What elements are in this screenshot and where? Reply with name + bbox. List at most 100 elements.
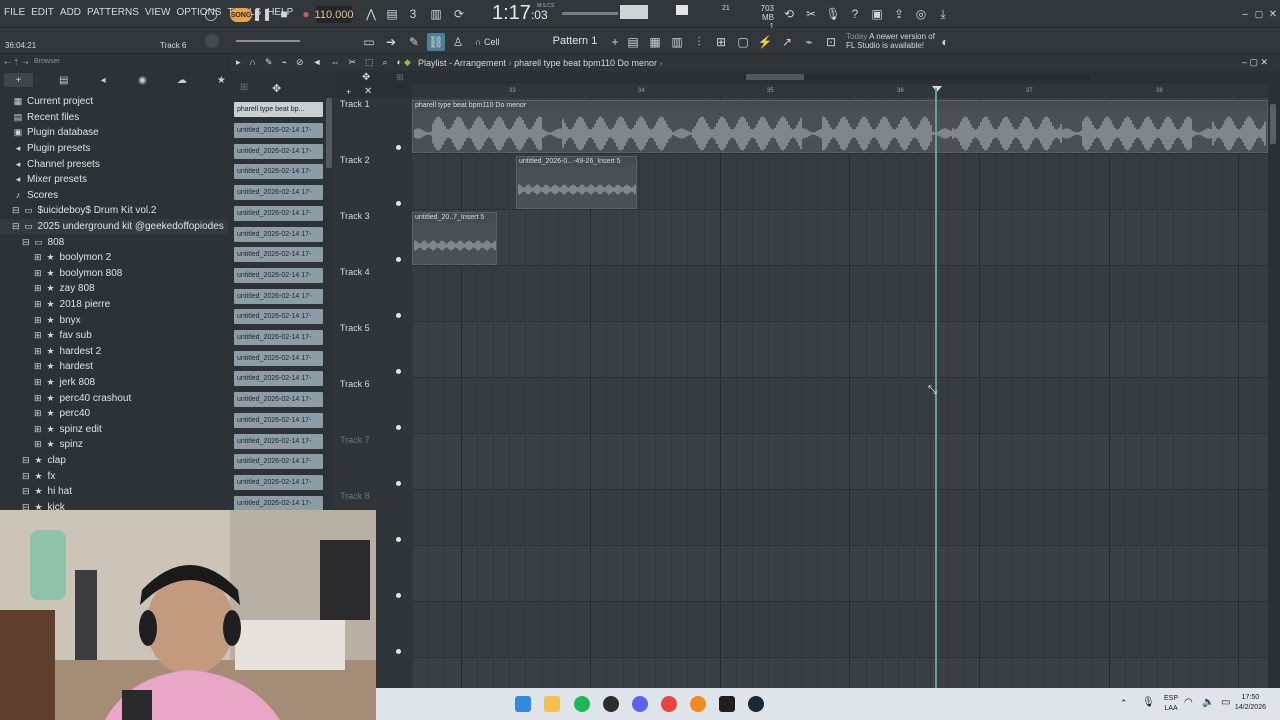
browser-item[interactable]: ⊞ ★ hardest [0, 359, 228, 375]
track-name[interactable]: Track 5 [340, 323, 370, 333]
track-active-led[interactable] [396, 649, 401, 654]
obs-icon[interactable] [603, 696, 619, 712]
current-project-tab-icon[interactable]: ▤ [55, 73, 72, 87]
track-lane[interactable] [412, 490, 1268, 546]
track-active-led[interactable] [396, 257, 401, 262]
folder-toggle-icon[interactable]: ⊟ [12, 221, 20, 232]
wifi-icon[interactable]: ◠ [1184, 697, 1193, 708]
browser-item[interactable]: ⊞ ★ perc40 crashout [0, 390, 228, 406]
battery-icon[interactable]: ▭ [1221, 697, 1230, 708]
pattern-item[interactable]: untitled_2026-02-14 17- [234, 143, 323, 159]
folder-toggle-icon[interactable]: ⊟ [22, 455, 30, 466]
pattern-item[interactable]: untitled_2026-02-14 17- [234, 288, 323, 304]
pattern-item[interactable]: untitled_2026-02-14 17- [234, 412, 323, 428]
update-notice[interactable]: Today A newer version of FL Studio is av… [846, 32, 946, 50]
pattern-item[interactable]: untitled_2026-02-14 17- [234, 247, 323, 263]
download-icon[interactable]: ⤓ [934, 5, 952, 23]
steam-icon[interactable] [748, 696, 764, 712]
browser-item[interactable]: ⊞ ★ zay 808 [0, 281, 228, 297]
zoom-icon[interactable]: ⌕ [383, 57, 388, 68]
browser-item[interactable]: ⊞ ★ spinz [0, 437, 228, 453]
mixer-icon[interactable]: ⫶ [690, 33, 708, 51]
countdown-icon[interactable]: 3 [404, 5, 422, 23]
starred-tab-icon[interactable]: ◉ [134, 73, 151, 87]
link-icon[interactable]: ⛓ [427, 33, 445, 51]
browser-item[interactable]: ⊞ ★ 2018 pierre [0, 297, 228, 313]
add-pattern-icon[interactable]: + [606, 33, 624, 51]
export-icon[interactable]: ⇪ [890, 5, 908, 23]
stamp-icon[interactable]: ♙ [449, 33, 467, 51]
picker-move-icon[interactable]: ✥ [272, 82, 281, 95]
paint-icon[interactable]: ⌁ [282, 57, 287, 68]
close-icon[interactable]: ✕ [1264, 5, 1280, 23]
track-lane[interactable] [412, 322, 1268, 378]
track-active-led[interactable] [396, 369, 401, 374]
mic-icon[interactable]: 🎙 [824, 5, 842, 23]
magnet-icon[interactable]: ∩ [250, 57, 256, 68]
help-icon[interactable]: ? [846, 5, 864, 23]
picker-toggle-icon[interactable]: ⊞ [240, 82, 248, 93]
favorites-tab-icon[interactable]: ★ [213, 73, 230, 87]
arrow-right-icon[interactable]: ➔ [382, 33, 400, 51]
file-explorer-icon[interactable] [544, 696, 560, 712]
menu-add[interactable]: ADD [60, 7, 81, 18]
master-pitch-slider[interactable] [562, 12, 618, 15]
cart-icon[interactable]: ⊡ [822, 33, 840, 51]
tray-mic-icon[interactable]: 🎙 [1142, 697, 1155, 708]
track-name[interactable]: Track 3 [340, 211, 370, 221]
plugin-picker-icon[interactable]: ▢ [734, 33, 752, 51]
wait-icon[interactable]: ▤ [383, 5, 401, 23]
chrome-icon[interactable] [661, 696, 677, 712]
chat-icon[interactable]: ◎ [912, 5, 930, 23]
playlist-grid[interactable]: pharell type beat bpm110 Do menor untitle… [412, 98, 1268, 688]
fl-studio-icon[interactable] [690, 696, 706, 712]
piano-roll-icon[interactable]: ▦ [646, 33, 664, 51]
pattern-item[interactable]: untitled_2026-02-14 17- [234, 474, 323, 490]
track-lane[interactable] [412, 658, 1268, 688]
track-lane[interactable] [412, 378, 1268, 434]
playlist-icon[interactable]: ▤ [624, 33, 642, 51]
browser-item[interactable]: ⊞ ★ hardest 2 [0, 344, 228, 360]
folder-toggle-icon[interactable]: ⊟ [22, 237, 30, 248]
browser-item[interactable]: ♪ Scores [0, 188, 228, 204]
main-volume-slider[interactable] [236, 40, 300, 42]
clip-header[interactable] [413, 101, 1267, 111]
stop-icon[interactable]: ■ [275, 5, 293, 23]
pencil-icon[interactable]: ✎ [405, 33, 423, 51]
arrow-right-icon[interactable]: ▸ [236, 57, 241, 68]
save-icon[interactable]: ▣ [868, 5, 886, 23]
track-lane[interactable] [412, 210, 1268, 266]
close-track-icon[interactable]: ✕ [364, 86, 372, 97]
cloud-tab-icon[interactable]: ☁ [173, 73, 190, 87]
audio-clip[interactable]: untitled_2026-0...-49-26_Insert 5 [516, 156, 637, 209]
browser-item[interactable]: ⊞ ★ bnyx [0, 312, 228, 328]
slip-icon[interactable]: ⇔ [330, 57, 339, 68]
pattern-item[interactable]: untitled_2026-02-14 17- [234, 267, 323, 283]
playlist-vscroll[interactable] [1268, 98, 1280, 688]
pattern-selector[interactable]: Pattern 1 [540, 33, 610, 49]
track-active-led[interactable] [396, 201, 401, 206]
spotify-icon[interactable] [574, 696, 590, 712]
slice-icon[interactable]: ✂ [348, 57, 356, 68]
menu-patterns[interactable]: PATTERNS [87, 7, 139, 18]
pattern-item[interactable]: untitled_2026-02-14 17- [234, 433, 323, 449]
browser-item[interactable]: ⊟ ★ clap [0, 453, 228, 469]
folder-toggle-icon[interactable]: ⊟ [22, 486, 30, 497]
plugins-tab-icon[interactable]: ◂ [94, 73, 111, 87]
browser-item[interactable]: ⊞ ★ boolymon 2 [0, 250, 228, 266]
pattern-item[interactable]: untitled_2026-02-14 17- [234, 309, 323, 325]
pattern-item[interactable]: untitled_2026-02-14 17- [234, 226, 323, 242]
playback-icon[interactable]: ◐ [397, 57, 402, 68]
browser-icon[interactable]: ⊞ [712, 33, 730, 51]
browser-item[interactable]: ◂ Plugin presets [0, 141, 228, 157]
loop-icon[interactable]: ◯ [202, 5, 220, 23]
audio-clip[interactable]: pharell type beat bpm110 Do menor [412, 100, 1268, 153]
language-indicator[interactable]: ESP LAA [1164, 694, 1178, 714]
taskbar-clock[interactable]: 17:50 14/2/2026 [1235, 693, 1266, 713]
browser-item[interactable]: ◂ Mixer presets [0, 172, 228, 188]
browser-nav-icon[interactable]: ⇠ ⇡ ⇢ [4, 58, 29, 67]
browser-item[interactable]: ⊟ ▭ $uicideboy$ Drum Kit vol.2 [0, 203, 228, 219]
plug-icon[interactable]: ⚡ [756, 33, 774, 51]
track-active-led[interactable] [396, 593, 401, 598]
undo-history-icon[interactable]: ⟲ [780, 5, 798, 23]
